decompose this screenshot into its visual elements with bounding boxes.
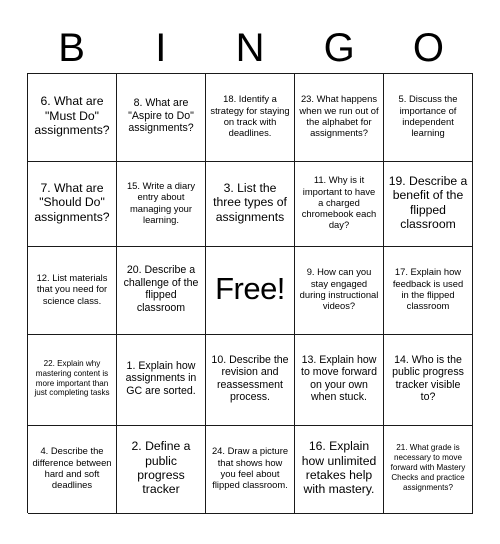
bingo-cell-text: 17. Explain how feedback is used in the … xyxy=(392,266,464,312)
bingo-cell[interactable]: 19. Describe a benefit of the flipped cl… xyxy=(384,162,473,247)
bingo-cell-text: 7. What are "Should Do" assignments? xyxy=(34,180,110,224)
bingo-cell-text: 15. Write a diary entry about managing y… xyxy=(126,179,196,225)
bingo-cell[interactable]: 9. How can you stay engaged during instr… xyxy=(295,247,384,335)
bingo-cell-text: 4. Describe the difference between hard … xyxy=(32,445,112,491)
bingo-cell-text: 14. Who is the public progress tracker v… xyxy=(392,353,464,404)
bingo-cell[interactable]: 15. Write a diary entry about managing y… xyxy=(117,162,206,247)
bingo-cell-text: 13. Explain how to move forward on your … xyxy=(301,353,377,404)
bingo-cell-text: 20. Describe a challenge of the flipped … xyxy=(123,264,199,314)
bingo-free-space[interactable]: Free! xyxy=(206,247,295,335)
bingo-cell-text: 10. Describe the revision and reassessme… xyxy=(211,353,289,404)
bingo-cell[interactable]: 11. Why is it important to have a charge… xyxy=(295,162,384,247)
bingo-cell-text: 22. Explain why mastering content is mor… xyxy=(34,358,110,398)
bingo-cell[interactable]: 17. Explain how feedback is used in the … xyxy=(384,247,473,335)
bingo-header: B I N G O xyxy=(27,25,473,71)
bingo-header-letter-o: O xyxy=(412,26,444,70)
bingo-header-letter-g: G xyxy=(323,26,355,70)
bingo-cell[interactable]: 2. Define a public progress tracker xyxy=(117,426,206,514)
bingo-free-space-label: Free! xyxy=(215,270,285,306)
bingo-card: B I N G O 6. What are "Must Do" assignme… xyxy=(0,0,500,544)
bingo-cell[interactable]: 24. Draw a picture that shows how you fe… xyxy=(206,426,295,514)
bingo-cell-text: 5. Discuss the importance of independent… xyxy=(398,93,458,139)
bingo-cell[interactable]: 18. Identify a strategy for staying on t… xyxy=(206,74,295,162)
bingo-cell[interactable]: 6. What are "Must Do" assignments? xyxy=(28,74,117,162)
bingo-cell-text: 1. Explain how assignments in GC are sor… xyxy=(125,359,197,397)
bingo-cell-text: 3. List the three types of assignments xyxy=(213,180,287,224)
bingo-cell[interactable]: 10. Describe the revision and reassessme… xyxy=(206,335,295,426)
bingo-cell[interactable]: 23. What happens when we run out of the … xyxy=(295,74,384,162)
bingo-cell-text: 18. Identify a strategy for staying on t… xyxy=(210,93,290,139)
bingo-cell[interactable]: 13. Explain how to move forward on your … xyxy=(295,335,384,426)
bingo-cell-text: 21. What grade is necessary to move forw… xyxy=(390,443,466,492)
bingo-cell-text: 8. What are "Aspire to Do" assignments? xyxy=(128,97,194,135)
bingo-header-letter-b: B xyxy=(58,26,85,70)
bingo-cell-text: 2. Define a public progress tracker xyxy=(131,439,191,497)
bingo-cell[interactable]: 4. Describe the difference between hard … xyxy=(28,426,117,514)
bingo-cell[interactable]: 22. Explain why mastering content is mor… xyxy=(28,335,117,426)
bingo-cell[interactable]: 7. What are "Should Do" assignments? xyxy=(28,162,117,247)
bingo-header-letter-n: N xyxy=(235,26,265,70)
bingo-cell[interactable]: 14. Who is the public progress tracker v… xyxy=(384,335,473,426)
bingo-cell-text: 19. Describe a benefit of the flipped cl… xyxy=(388,173,468,231)
bingo-cell[interactable]: 3. List the three types of assignments xyxy=(206,162,295,247)
bingo-cell[interactable]: 8. What are "Aspire to Do" assignments? xyxy=(117,74,206,162)
bingo-cell[interactable]: 12. List materials that you need for sci… xyxy=(28,247,117,335)
bingo-cell[interactable]: 16. Explain how unlimited retakes help w… xyxy=(295,426,384,514)
bingo-header-letter-i: I xyxy=(155,26,167,70)
bingo-cell[interactable]: 5. Discuss the importance of independent… xyxy=(384,74,473,162)
bingo-cell-text: 12. List materials that you need for sci… xyxy=(36,272,108,306)
bingo-cell-text: 11. Why is it important to have a charge… xyxy=(301,174,377,231)
bingo-cell-text: 24. Draw a picture that shows how you fe… xyxy=(211,445,289,491)
bingo-cell[interactable]: 21. What grade is necessary to move forw… xyxy=(384,426,473,514)
bingo-cell-text: 9. How can you stay engaged during instr… xyxy=(299,266,379,312)
bingo-cell-text: 16. Explain how unlimited retakes help w… xyxy=(301,439,377,497)
bingo-cell[interactable]: 20. Describe a challenge of the flipped … xyxy=(117,247,206,335)
bingo-grid: 6. What are "Must Do" assignments? 8. Wha… xyxy=(27,73,473,514)
bingo-cell-text: 23. What happens when we run out of the … xyxy=(299,93,379,139)
bingo-cell[interactable]: 1. Explain how assignments in GC are sor… xyxy=(117,335,206,426)
bingo-cell-text: 6. What are "Must Do" assignments? xyxy=(34,94,110,138)
